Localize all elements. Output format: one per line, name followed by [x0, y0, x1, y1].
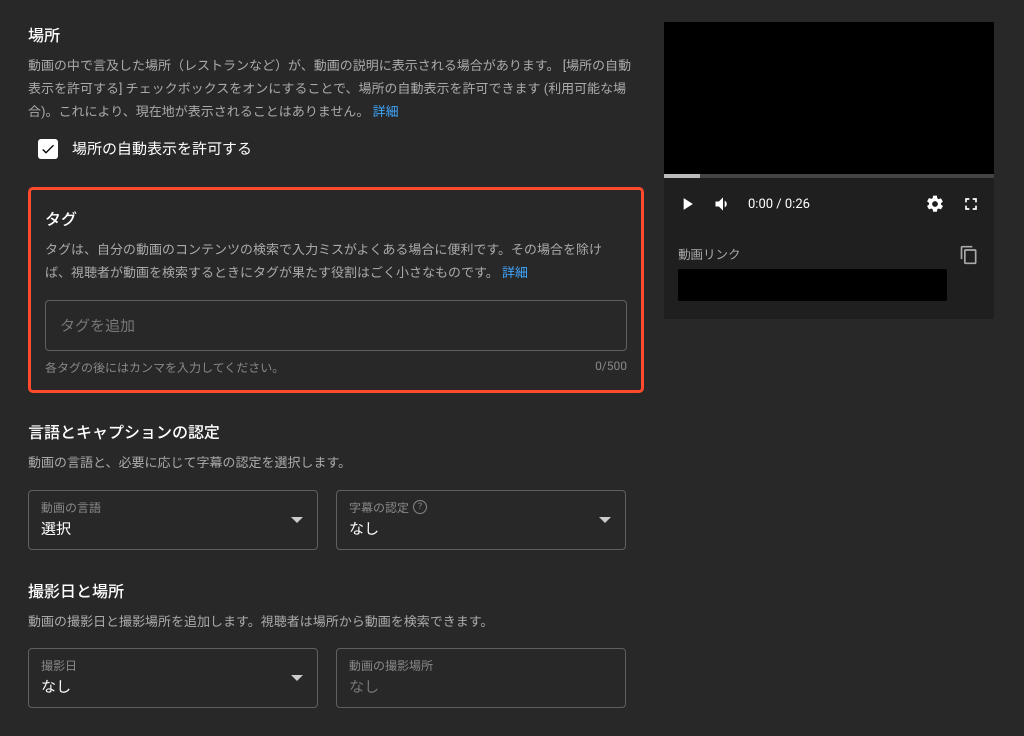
- caption-cert-select[interactable]: 字幕の認定 ? なし: [336, 490, 626, 550]
- tags-input[interactable]: タグを追加: [45, 300, 627, 351]
- help-icon[interactable]: ?: [413, 500, 427, 514]
- recording-place-label: 動画の撮影場所: [349, 657, 613, 674]
- chevron-down-icon: [291, 675, 303, 681]
- gear-icon: [925, 194, 945, 214]
- allow-auto-location-label: 場所の自動表示を許可する: [72, 138, 252, 159]
- allow-auto-location-checkbox[interactable]: [38, 139, 58, 159]
- fullscreen-button[interactable]: [960, 193, 982, 215]
- location-desc-line1: 動画の中で言及した場所（レストランなど）が、動画の説明に表示される場合があります…: [28, 59, 559, 74]
- video-progress-bar[interactable]: [664, 174, 994, 178]
- video-link-value: [678, 269, 947, 301]
- caption-cert-value: なし: [349, 518, 613, 539]
- tags-title: タグ: [45, 206, 627, 230]
- copy-icon: [959, 245, 979, 265]
- fullscreen-icon: [961, 194, 981, 214]
- language-section: 言語とキャプションの認定 動画の言語と、必要に応じて字幕の認定を選択します。 動…: [28, 419, 644, 550]
- recording-date-value: なし: [41, 676, 305, 697]
- allow-auto-location-row: 場所の自動表示を許可する: [28, 138, 644, 159]
- play-icon: [677, 194, 697, 214]
- location-title: 場所: [28, 22, 644, 46]
- location-learn-more-link[interactable]: 詳細: [373, 105, 399, 120]
- video-link-label: 動画リンク: [678, 244, 947, 263]
- volume-button[interactable]: [712, 193, 734, 215]
- recording-desc: 動画の撮影日と撮影場所を追加します。視聴者は場所から動画を検索できます。: [28, 612, 644, 635]
- recording-date-select[interactable]: 撮影日 なし: [28, 648, 318, 708]
- chevron-down-icon: [599, 517, 611, 523]
- video-time: 0:00 / 0:26: [748, 197, 910, 212]
- chevron-down-icon: [291, 517, 303, 523]
- location-section: 場所 動画の中で言及した場所（レストランなど）が、動画の説明に表示される場合があ…: [28, 22, 644, 159]
- play-button[interactable]: [676, 193, 698, 215]
- tags-desc: タグは、自分の動画のコンテンツの検索で入力ミスがよくある場合に便利です。その場合…: [45, 240, 627, 286]
- video-progress-fill: [664, 174, 700, 178]
- check-icon: [40, 141, 56, 157]
- location-desc: 動画の中で言及した場所（レストランなど）が、動画の説明に表示される場合があります…: [28, 56, 644, 124]
- tags-placeholder: タグを追加: [60, 317, 135, 335]
- recording-place-select[interactable]: 動画の撮影場所 なし: [336, 648, 626, 708]
- video-preview[interactable]: [664, 22, 994, 178]
- video-language-label: 動画の言語: [41, 499, 305, 516]
- video-language-value: 選択: [41, 518, 305, 539]
- video-meta: 動画リンク: [664, 230, 994, 319]
- tags-section: タグ タグは、自分の動画のコンテンツの検索で入力ミスがよくある場合に便利です。そ…: [28, 187, 644, 393]
- tags-learn-more-link[interactable]: 詳細: [502, 266, 528, 281]
- video-controls: 0:00 / 0:26: [664, 178, 994, 230]
- copy-link-button[interactable]: [958, 244, 980, 266]
- settings-button[interactable]: [924, 193, 946, 215]
- language-desc: 動画の言語と、必要に応じて字幕の認定を選択します。: [28, 453, 644, 476]
- video-language-select[interactable]: 動画の言語 選択: [28, 490, 318, 550]
- recording-place-value: なし: [349, 676, 613, 697]
- tags-counter: 0/500: [595, 359, 627, 376]
- tags-hint: 各タグの後にはカンマを入力してください。: [45, 359, 284, 376]
- language-title: 言語とキャプションの認定: [28, 419, 644, 443]
- recording-date-label: 撮影日: [41, 657, 305, 674]
- recording-section: 撮影日と場所 動画の撮影日と撮影場所を追加します。視聴者は場所から動画を検索でき…: [28, 578, 644, 709]
- caption-cert-label: 字幕の認定 ?: [349, 499, 613, 516]
- recording-title: 撮影日と場所: [28, 578, 644, 602]
- volume-icon: [713, 194, 733, 214]
